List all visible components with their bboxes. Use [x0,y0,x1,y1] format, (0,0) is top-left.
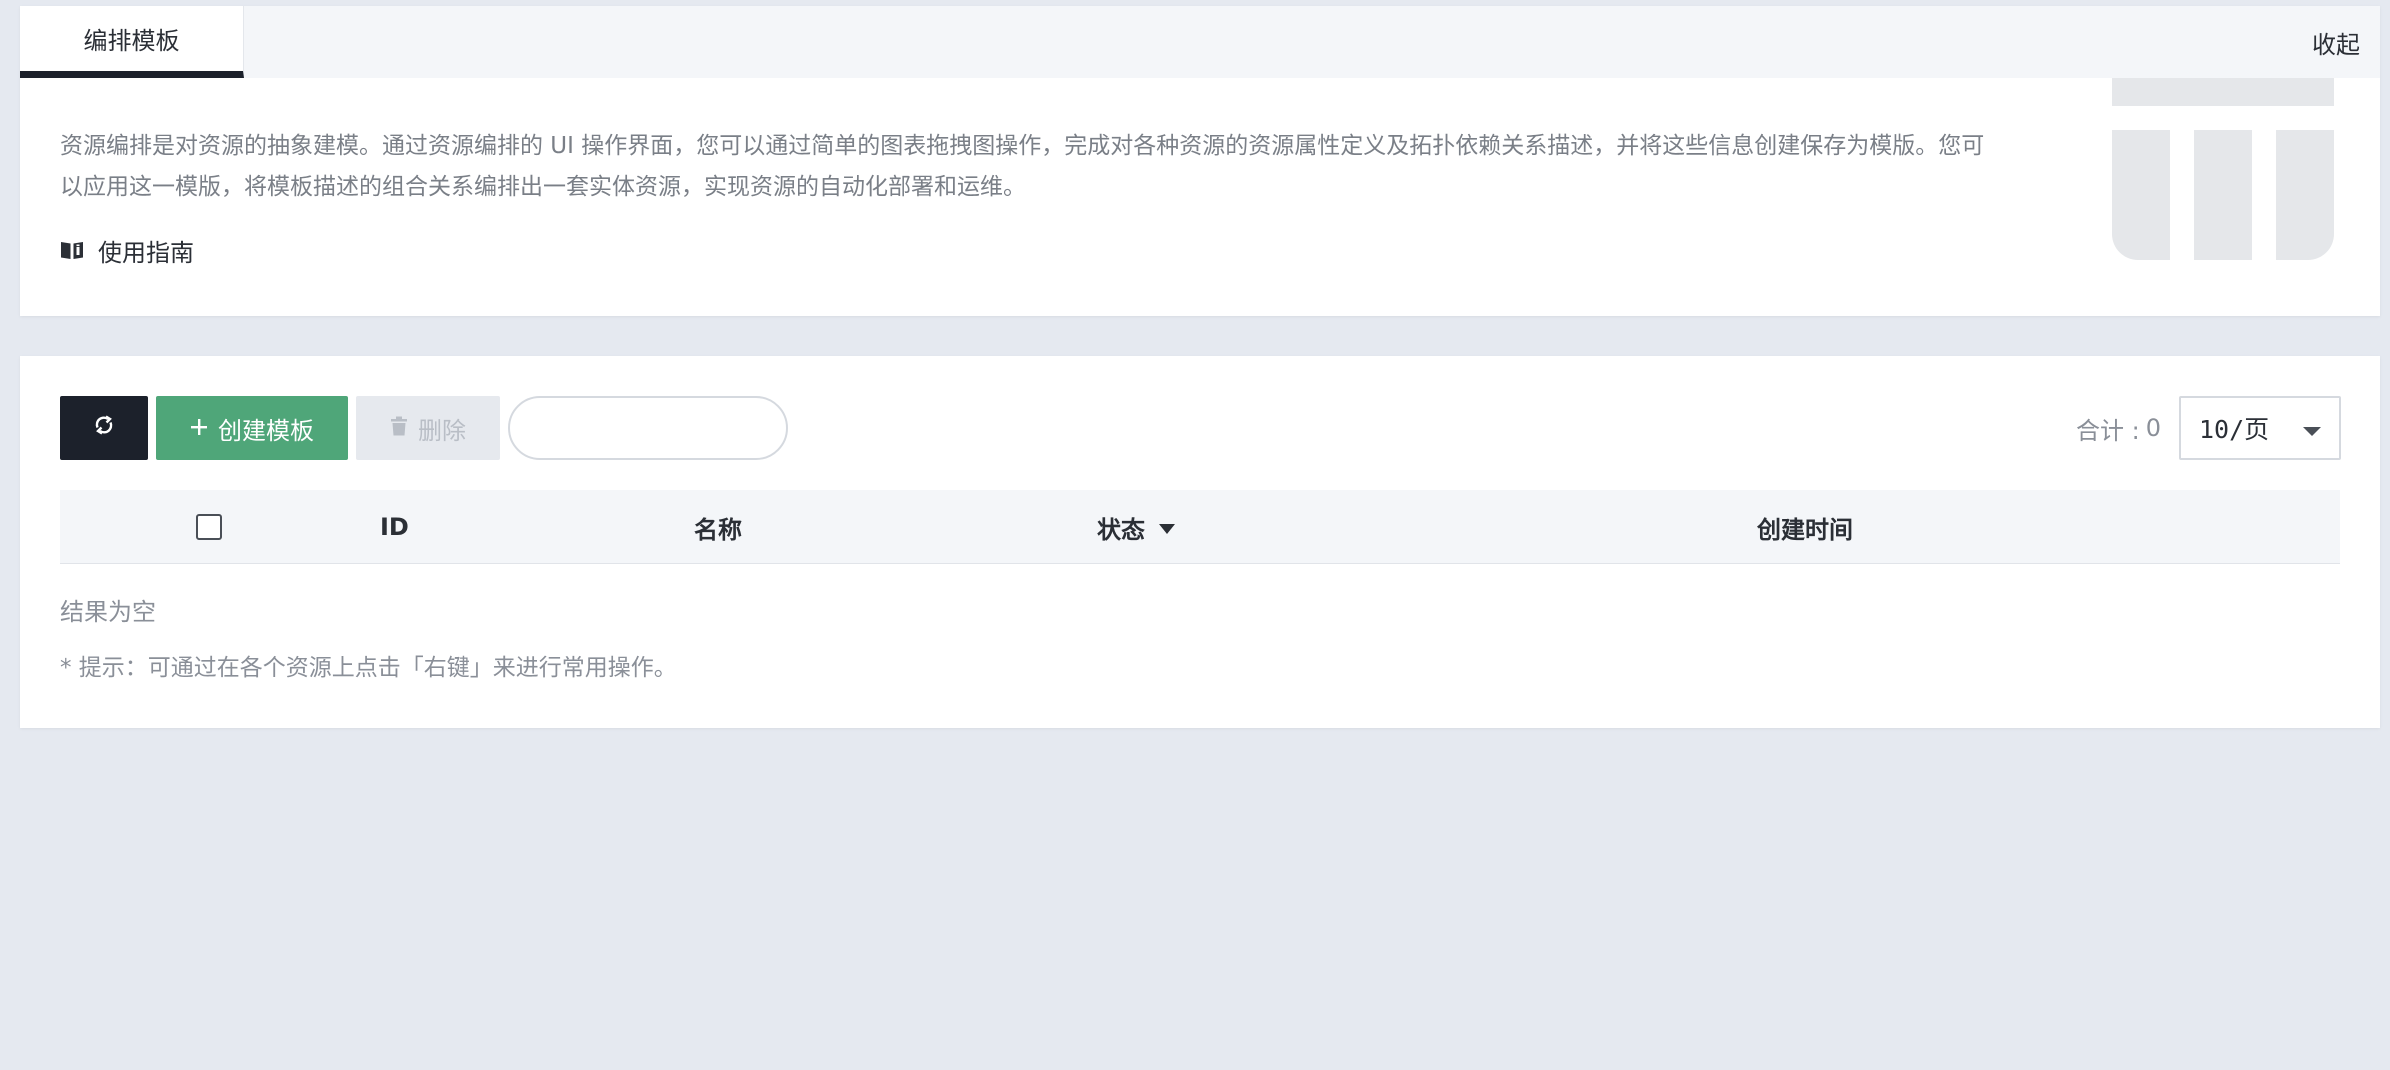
page-size-select[interactable]: 10/页 [2179,396,2341,460]
create-template-button[interactable]: 创建模板 [156,396,348,460]
total-label: 合计 : [2076,416,2140,445]
column-header-status-label: 状态 [1097,515,1145,544]
usage-tip: * 提示：可通过在各个资源上点击「右键」来进行常用操作。 [60,655,677,681]
caret-down-icon [1159,524,1175,534]
illustration-bar [2112,78,2334,106]
intro-panel: 编排模板 收起 资源编排是对资源的抽象建模。通过资源编排的 UI 操作界面，您可… [20,6,2380,316]
book-icon [60,240,84,260]
user-guide-label: 使用指南 [98,238,194,267]
chevron-down-icon [2303,427,2321,436]
column-header-created-time: 创建时间 [1757,515,1853,544]
illustration-column [2194,130,2252,260]
select-all-cell [196,490,222,564]
select-all-checkbox[interactable] [196,514,222,540]
column-header-name: 名称 [694,515,742,544]
template-list-panel: 创建模板 删除 合计 : 0 10/页 ID 名称 状态 创建时间 结果为空 *… [20,356,2380,728]
illustration-column [2276,130,2334,260]
collapse-button[interactable]: 收起 [2312,6,2360,78]
refresh-button[interactable] [60,396,148,460]
total-value: 0 [2145,414,2161,442]
tab-bar: 编排模板 收起 [20,6,2380,78]
toolbar: 创建模板 删除 [60,396,788,460]
illustration-column [2112,130,2170,260]
search-input[interactable] [508,396,788,460]
trash-icon [390,414,408,442]
column-header-id: ID [380,513,409,541]
tab-orchestration-templates[interactable]: 编排模板 [20,6,244,78]
create-template-label: 创建模板 [218,416,314,445]
page-size-value: 10/页 [2199,415,2270,444]
template-illustration [2108,78,2334,268]
column-header-status[interactable]: 状态 [1097,490,1175,564]
refresh-icon [93,414,115,442]
intro-description: 资源编排是对资源的抽象建模。通过资源编排的 UI 操作界面，您可以通过简单的图表… [60,133,1985,200]
table-header: ID 名称 状态 创建时间 [60,490,2340,564]
delete-button[interactable]: 删除 [356,396,500,460]
plus-icon [190,414,208,442]
empty-result-text: 结果为空 [60,598,156,626]
user-guide-link[interactable]: 使用指南 [60,230,194,270]
total-count: 合计 : 0 [2076,396,2161,460]
delete-label: 删除 [418,416,466,445]
